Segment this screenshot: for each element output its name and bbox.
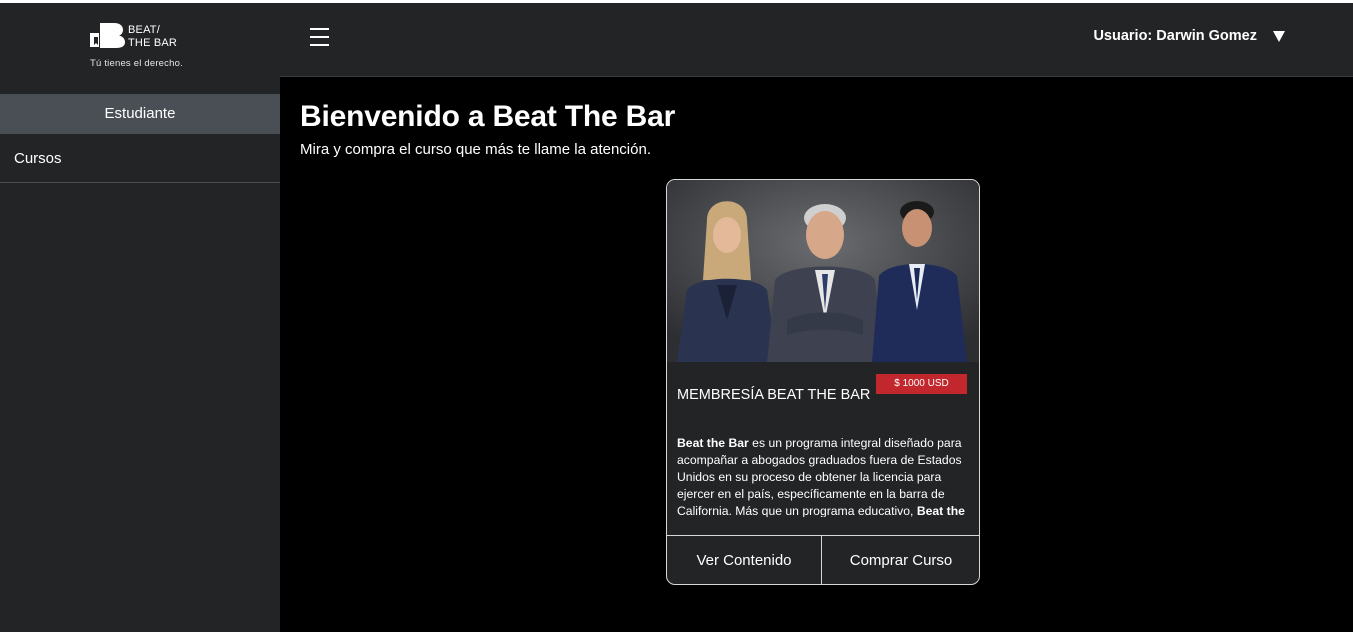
sidebar-section-estudiante[interactable]: Estudiante <box>0 94 280 134</box>
page-subtitle: Mira y compra el curso que más te llame … <box>300 141 651 158</box>
logo-wordmark: BEAT/ THE BAR <box>128 24 177 50</box>
logo-b-icon <box>90 23 125 48</box>
sidebar: BEAT/ THE BAR Tú tienes el derecho. Estu… <box>0 3 280 632</box>
caret-down-icon[interactable] <box>1273 31 1285 42</box>
course-description-bold-2: Beat the <box>916 504 965 517</box>
user-menu-label[interactable]: Usuario: Darwin Gomez <box>1093 28 1257 44</box>
course-image <box>667 180 979 362</box>
course-title: MEMBRESÍA BEAT THE BAR <box>677 387 871 403</box>
course-description: Beat the Bar es un programa integral dis… <box>677 435 971 517</box>
top-bar: Usuario: Darwin Gomez <box>280 3 1353 77</box>
logo-tagline: Tú tienes el derecho. <box>90 58 183 69</box>
course-card-actions: Ver Contenido Comprar Curso <box>667 535 979 584</box>
view-content-button[interactable]: Ver Contenido <box>667 536 822 584</box>
course-description-bold: Beat the Bar <box>677 436 749 450</box>
sidebar-item-cursos[interactable]: Cursos <box>0 134 280 183</box>
logo-line-1: BEAT/ <box>128 24 160 36</box>
logo-line-2: THE BAR <box>128 37 178 49</box>
course-card: $ 1000 USD MEMBRESÍA BEAT THE BAR Beat t… <box>666 179 980 585</box>
buy-course-button[interactable]: Comprar Curso <box>823 536 979 584</box>
price-badge: $ 1000 USD <box>876 374 967 394</box>
hamburger-icon[interactable] <box>310 28 332 50</box>
page-title: Bienvenido a Beat The Bar <box>300 100 676 133</box>
brand-logo[interactable]: BEAT/ THE BAR Tú tienes el derecho. <box>88 23 208 73</box>
